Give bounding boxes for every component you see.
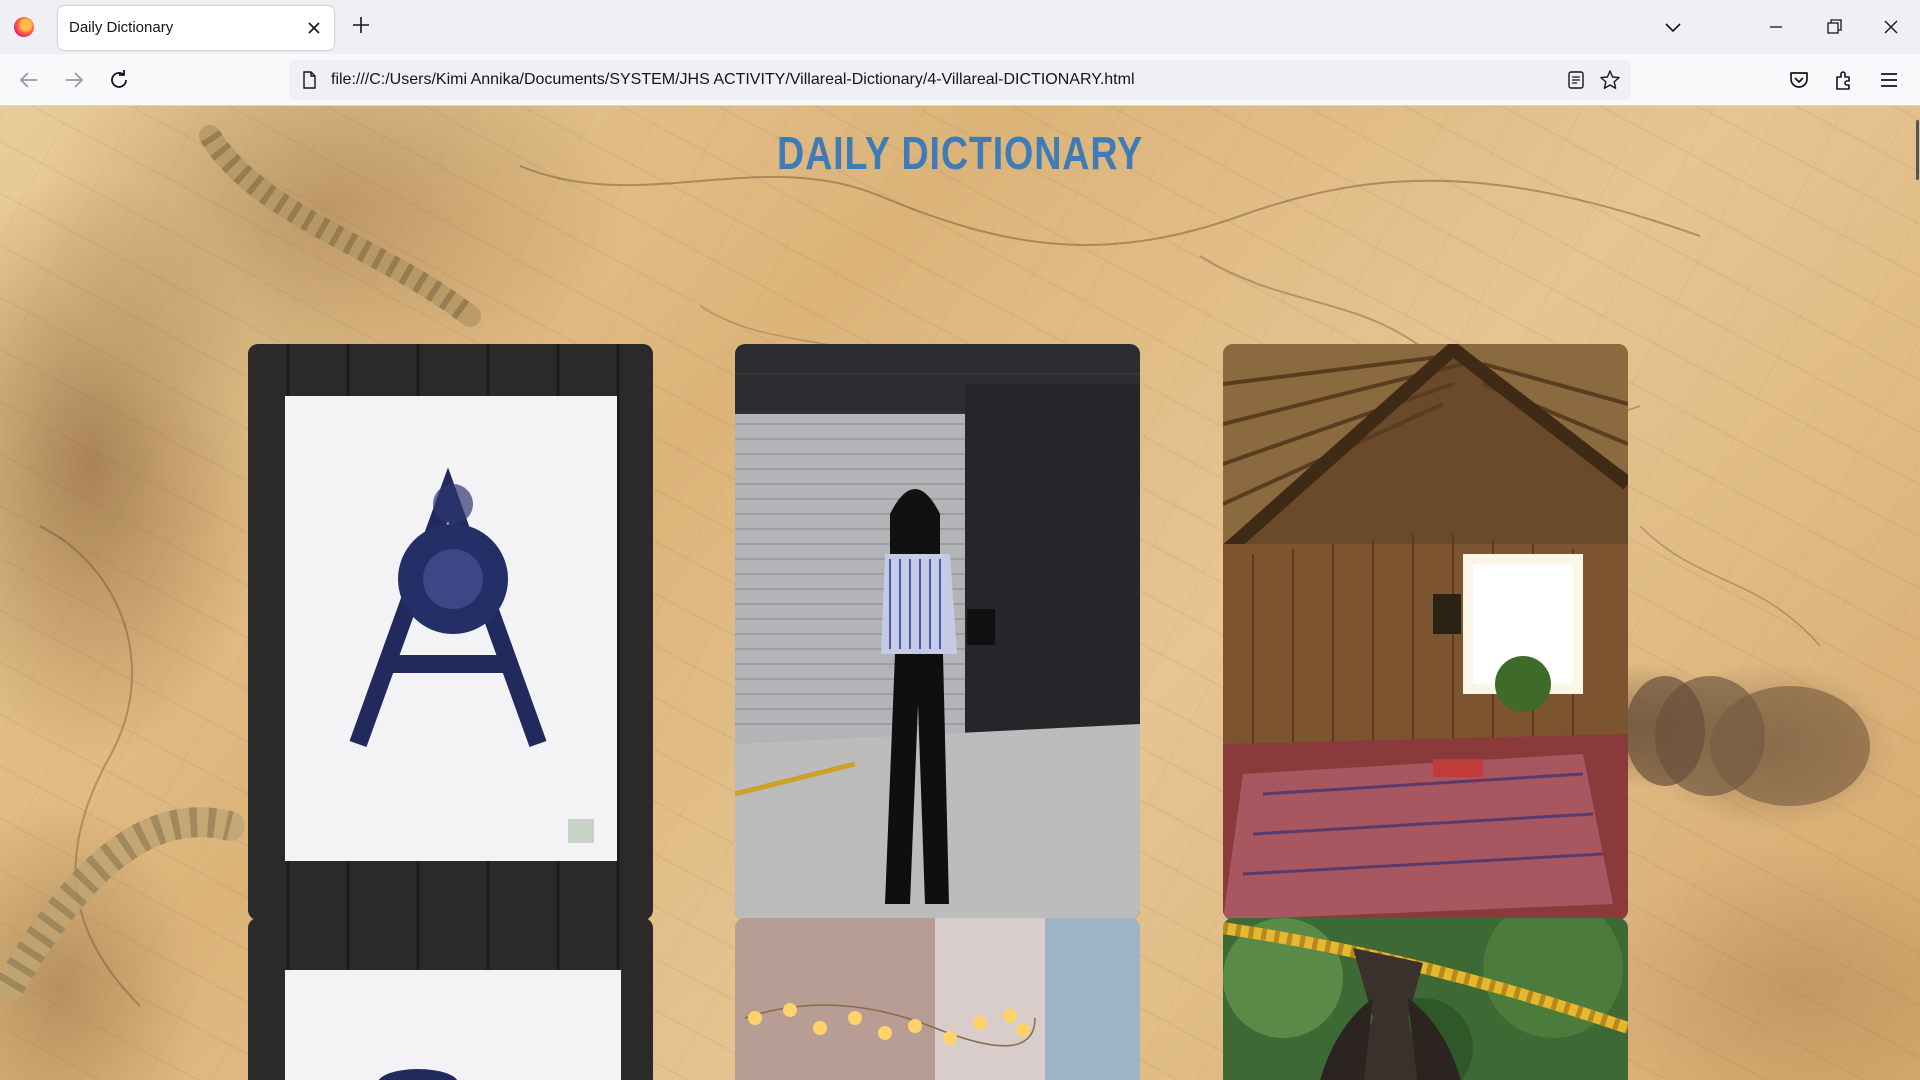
page-icon <box>303 71 316 89</box>
letter-a-print-image <box>248 344 653 920</box>
navigation-toolbar: file:///C:/Users/Kimi Annika/Documents/S… <box>0 54 1920 106</box>
woman-striped-shirt-image <box>735 344 1140 920</box>
wooden-attic-room-image <box>1223 344 1628 920</box>
restore-icon[interactable] <box>1823 16 1845 38</box>
minimize-icon[interactable] <box>1765 16 1787 38</box>
close-icon[interactable] <box>304 18 324 38</box>
card-woman-striped-shirt[interactable] <box>735 344 1140 920</box>
back-arrow-icon[interactable] <box>17 68 41 92</box>
page-content: DAILY DICTIONARY <box>0 106 1920 1080</box>
reader-view-icon[interactable] <box>1565 69 1587 91</box>
url-text[interactable]: file:///C:/Users/Kimi Annika/Documents/S… <box>331 71 1135 89</box>
star-icon[interactable] <box>1599 69 1621 91</box>
plus-icon[interactable] <box>350 14 372 36</box>
forward-arrow-icon[interactable] <box>62 68 86 92</box>
close-icon[interactable] <box>1880 16 1902 38</box>
url-bar[interactable]: file:///C:/Users/Kimi Annika/Documents/S… <box>289 60 1631 100</box>
second-ink-print-image <box>248 918 653 1080</box>
scrollbar-thumb[interactable] <box>1916 120 1919 180</box>
page-scrollbar[interactable] <box>1914 106 1920 1080</box>
reload-icon[interactable] <box>107 68 131 92</box>
card-wooden-attic-room[interactable] <box>1223 344 1628 920</box>
tab-daily-dictionary[interactable]: Daily Dictionary <box>58 6 334 50</box>
firefox-logo-icon[interactable] <box>14 17 34 37</box>
tab-strip: Daily Dictionary <box>0 0 1920 54</box>
extensions-icon[interactable] <box>1832 68 1856 92</box>
card-second-ink-print[interactable] <box>248 918 653 1080</box>
chevron-down-icon[interactable] <box>1662 16 1684 38</box>
page-title: DAILY DICTIONARY <box>777 127 1143 179</box>
pocket-icon[interactable] <box>1787 68 1811 92</box>
bat-on-rope-image <box>1223 918 1628 1080</box>
card-bat-on-rope[interactable] <box>1223 918 1628 1080</box>
card-letter-a-print[interactable] <box>248 344 653 920</box>
fairy-lights-room-image <box>735 918 1140 1080</box>
tab-title: Daily Dictionary <box>69 19 174 36</box>
card-fairy-lights-room[interactable] <box>735 918 1140 1080</box>
menu-icon[interactable] <box>1877 68 1901 92</box>
